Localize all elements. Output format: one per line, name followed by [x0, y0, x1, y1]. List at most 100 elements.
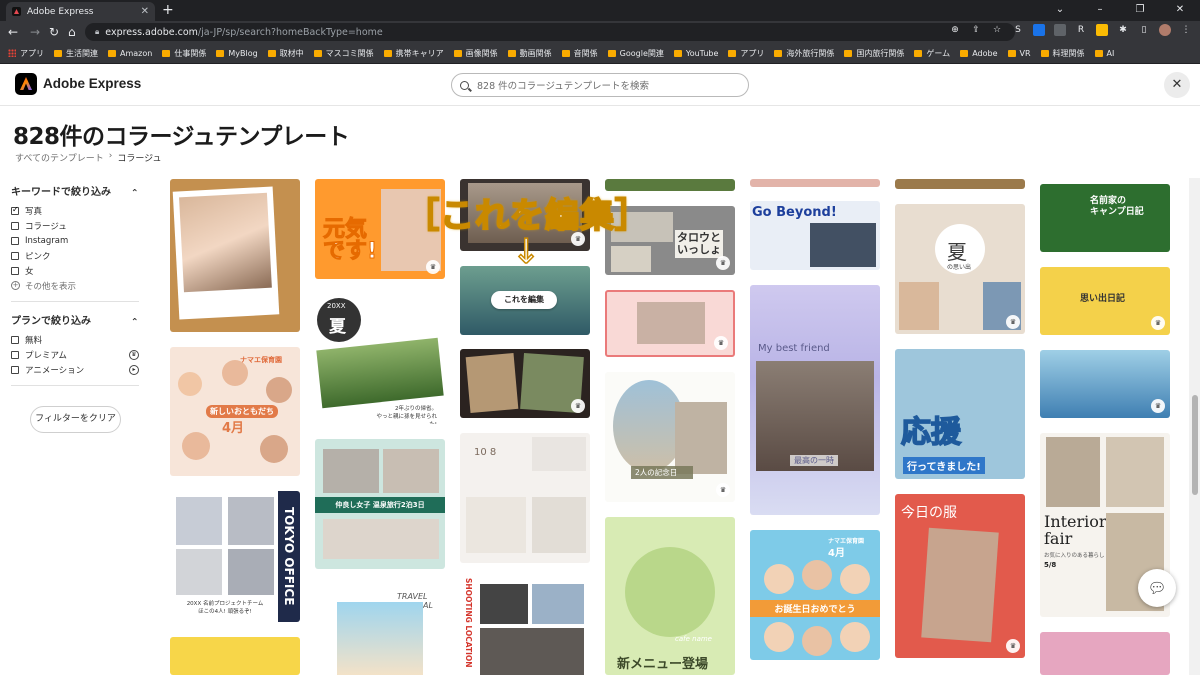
restore-icon[interactable]: ❐	[1120, 0, 1160, 21]
show-more-link[interactable]: + その他を表示	[11, 278, 139, 293]
edit-this-button[interactable]: これを編集	[491, 291, 557, 309]
template-card[interactable]: 2人の記念日 ♛	[605, 372, 735, 502]
adobe-express-logo-icon[interactable]	[15, 73, 37, 95]
filter-option[interactable]: プレミアム ♛	[11, 347, 139, 362]
filter-option[interactable]: 無料	[11, 332, 139, 347]
checkbox[interactable]	[11, 266, 19, 275]
browser-tab[interactable]: Adobe Express ✕	[6, 2, 155, 21]
checkbox[interactable]	[11, 251, 19, 260]
bookmark-folder[interactable]: AI	[1094, 49, 1114, 58]
filter-option[interactable]: アニメーション ▸	[11, 362, 139, 377]
bookmark-folder[interactable]: 画像関係	[453, 48, 498, 59]
bookmark-folder[interactable]: Amazon	[108, 49, 152, 58]
puzzle-icon[interactable]: ✱	[1117, 24, 1129, 36]
extension-yellow-icon[interactable]	[1096, 24, 1108, 36]
filter-option[interactable]: 女	[11, 263, 139, 278]
bookmark-folder[interactable]: 仕事関係	[162, 48, 206, 59]
bookmark-folder[interactable]: VR	[1007, 49, 1031, 58]
folder-icon	[774, 49, 783, 57]
reload-icon[interactable]: ↻	[49, 24, 59, 40]
forward-icon[interactable]: →	[30, 24, 40, 40]
template-card[interactable]: 思い出日記 ♛	[1040, 267, 1170, 335]
folder-icon	[561, 49, 570, 57]
clear-filters-button[interactable]: フィルターをクリア	[30, 406, 121, 433]
bookmark-folder[interactable]: 動画関係	[507, 48, 552, 59]
share-icon[interactable]: ⇪	[970, 24, 982, 36]
bookmark-folder[interactable]: マスコミ関係	[313, 48, 374, 59]
back-icon[interactable]: ←	[8, 24, 18, 40]
template-card[interactable]: 20XX 夏 2年ぶりの帰省。 やっと親に孫を見せられた!	[315, 294, 445, 424]
bookmark-folder[interactable]: アプリ	[728, 48, 764, 59]
bookmark-folder[interactable]: ゲーム	[914, 48, 950, 59]
template-card[interactable]: ナマエ保育園 新しいおともだち 4月	[170, 347, 300, 476]
filter-option[interactable]: Instagram	[11, 233, 139, 248]
template-card[interactable]	[170, 637, 300, 675]
breadcrumb-all-templates[interactable]: すべてのテンプレート	[15, 151, 104, 164]
template-card[interactable]: ♛	[460, 349, 590, 418]
menu-icon[interactable]: ⋮	[1180, 24, 1192, 36]
minimize-icon[interactable]: –	[1080, 0, 1120, 21]
checkbox[interactable]	[11, 365, 19, 374]
tab-close-icon[interactable]: ✕	[141, 6, 149, 17]
bookmark-folder[interactable]: 生活関連	[54, 48, 98, 59]
bookmark-folder[interactable]: 海外旅行関係	[774, 48, 834, 59]
template-card[interactable]: ナマエ保育園 4月 お誕生日おめでとう	[750, 530, 880, 660]
install-icon[interactable]: ⊕	[949, 24, 961, 36]
address-bar[interactable]: 🔒︎ express.adobe.com /ja-JP/sp/search?ho…	[85, 23, 1015, 41]
template-card[interactable]	[895, 179, 1025, 189]
checkbox-checked[interactable]	[11, 205, 19, 215]
home-icon[interactable]: ⌂	[68, 24, 76, 40]
template-card[interactable]: 夏 の思い出 ♛	[895, 204, 1025, 334]
extension-gray-icon[interactable]	[1054, 24, 1066, 36]
template-card[interactable]	[1040, 632, 1170, 675]
bookmark-folder[interactable]: MyBlog	[216, 49, 258, 58]
template-card[interactable]: 今日の服 ♛	[895, 494, 1025, 658]
checkbox[interactable]	[11, 221, 19, 230]
bookmark-folder[interactable]: 音関係	[561, 48, 598, 59]
avatar[interactable]	[1159, 24, 1171, 36]
app-name[interactable]: Adobe Express	[43, 76, 141, 91]
extension-blue-icon[interactable]	[1033, 24, 1045, 36]
template-card[interactable]: cafe name 新メニュー登場	[605, 517, 735, 675]
template-card[interactable]: My best friend 最高の一時	[750, 285, 880, 515]
bookmark-folder[interactable]: 取材中	[267, 48, 304, 59]
bookmark-folder[interactable]: YouTube	[673, 49, 718, 58]
bookmark-folder[interactable]: 国内旅行関係	[844, 48, 904, 59]
template-card[interactable]: 10 8	[460, 433, 590, 563]
plan-filter-header[interactable]: プランで絞り込み ⌄	[11, 312, 139, 328]
keyword-filter-header[interactable]: キーワードで絞り込み ⌄	[11, 183, 139, 199]
template-card[interactable]: ♛	[1040, 350, 1170, 418]
filter-option[interactable]: ピンク	[11, 248, 139, 263]
template-card[interactable]	[170, 179, 300, 332]
close-window-icon[interactable]: ✕	[1160, 0, 1200, 21]
template-card[interactable]: TRAVEL JOURNAL	[315, 584, 445, 675]
template-card[interactable]: ♛	[605, 290, 735, 357]
template-card[interactable]: Go Beyond!	[750, 201, 880, 270]
checkbox[interactable]	[11, 335, 19, 344]
extension-s-icon[interactable]: S	[1012, 24, 1024, 36]
search-input[interactable]: 828 件のコラージュテンプレートを検索	[451, 73, 749, 97]
star-icon[interactable]: ☆	[991, 24, 1003, 36]
scrollbar-thumb[interactable]	[1192, 395, 1198, 495]
template-card[interactable]: 名前家の キャンプ日記	[1040, 184, 1170, 252]
extension-r-icon[interactable]: R	[1075, 24, 1087, 36]
template-card[interactable]	[750, 179, 880, 187]
template-card[interactable]: SHOOTING LOCATION	[460, 578, 590, 675]
bookmark-folder[interactable]: Google関連	[607, 48, 664, 59]
close-button[interactable]: ✕	[1164, 72, 1190, 98]
template-card[interactable]: TOKYO OFFICE 20XX 名前プロジェクトチーム ほこの4人! 頑張る…	[170, 491, 300, 622]
new-tab-icon[interactable]: +	[162, 2, 174, 18]
checkbox[interactable]	[11, 236, 19, 245]
filter-option[interactable]: コラージュ	[11, 218, 139, 233]
template-card[interactable]: 仲良し女子 温泉旅行2泊3日	[315, 439, 445, 569]
chevron-down-icon[interactable]: ⌄	[1040, 0, 1080, 21]
bookmark-folder[interactable]: Adobe	[960, 49, 998, 58]
checkbox[interactable]	[11, 350, 19, 359]
chat-button[interactable]: 💬︎	[1138, 569, 1176, 607]
bookmark-apps[interactable]: アプリ	[8, 48, 44, 59]
filter-option[interactable]: 写真	[11, 203, 139, 218]
template-card[interactable]: 応援 行ってきました!	[895, 349, 1025, 479]
bookmark-folder[interactable]: 携帯キャリア	[383, 48, 444, 59]
bookmark-folder[interactable]: 料理関係	[1040, 48, 1085, 59]
sidepanel-icon[interactable]: ▯	[1138, 24, 1150, 36]
